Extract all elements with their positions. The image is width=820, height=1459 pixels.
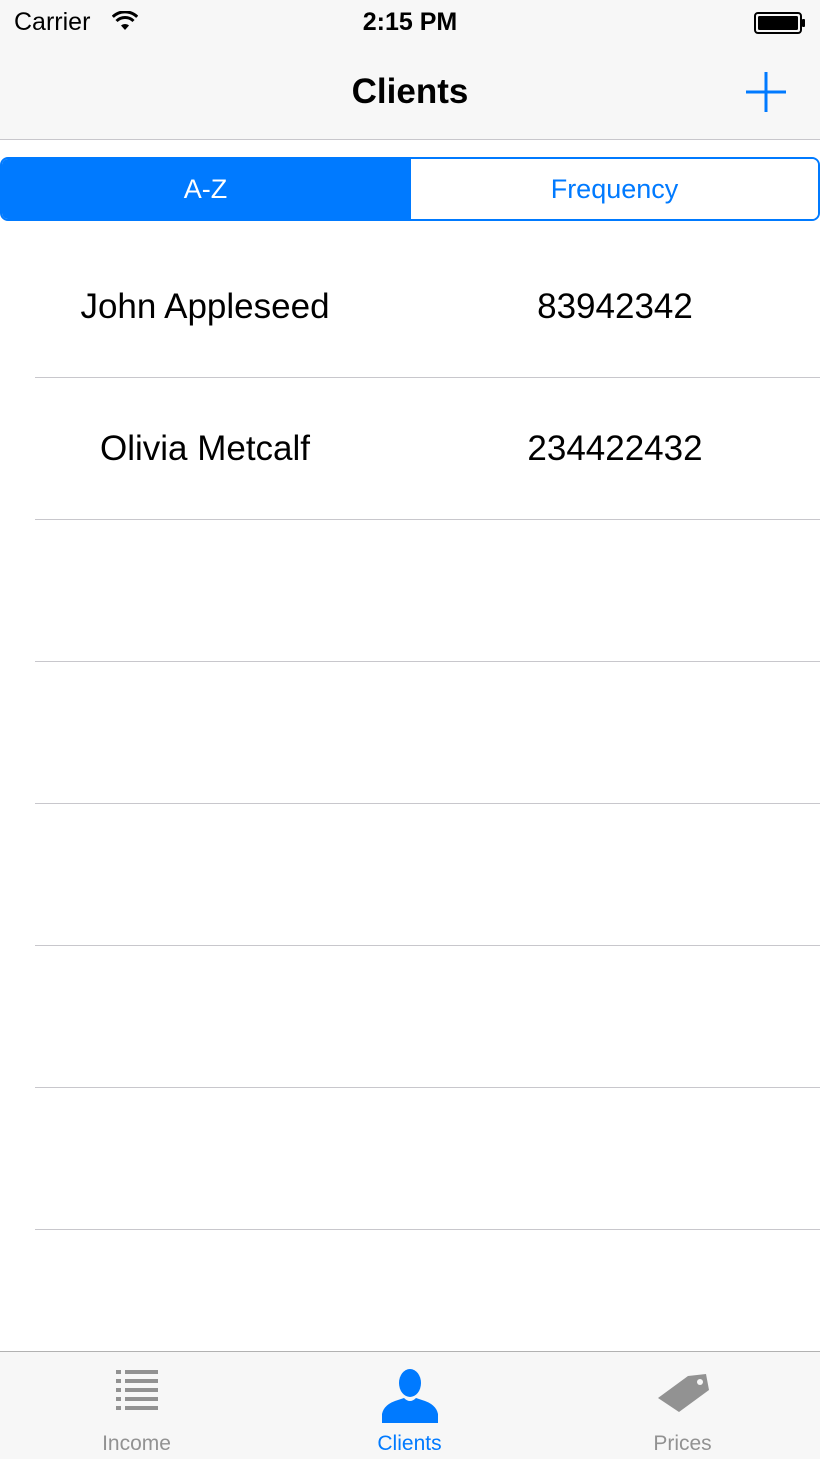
tab-label: Prices	[653, 1432, 712, 1455]
client-name: John Appleseed	[80, 286, 330, 326]
person-icon	[381, 1369, 438, 1423]
battery-icon	[754, 12, 805, 34]
price-tag-icon	[657, 1374, 709, 1412]
tab-bar: Income Clients Prices	[0, 1351, 820, 1459]
client-name: Olivia Metcalf	[99, 428, 311, 468]
navigation-bar: Clients	[0, 46, 820, 140]
tab-clients[interactable]: Clients	[273, 1352, 546, 1459]
empty-table-row	[0, 946, 820, 1088]
page-title: Clients	[351, 72, 469, 111]
client-number: 234422432	[527, 428, 703, 468]
client-number: 83942342	[537, 286, 693, 326]
tab-prices[interactable]: Prices	[546, 1352, 819, 1459]
segment-frequency[interactable]: Frequency	[409, 159, 818, 219]
status-time: 2:15 PM	[362, 8, 458, 36]
empty-table-row	[0, 662, 820, 804]
empty-table-row	[0, 520, 820, 662]
tab-income[interactable]: Income	[0, 1352, 273, 1459]
clients-screen: Carrier 2:15 PM Clients A-Z Frequency Jo…	[0, 0, 820, 1459]
empty-table-row	[0, 804, 820, 946]
list-icon	[115, 1370, 158, 1410]
clients-table: John Appleseed 83942342 Olivia Metcalf 2…	[0, 236, 820, 1230]
table-row[interactable]: John Appleseed 83942342	[0, 236, 820, 378]
add-client-button[interactable]	[740, 66, 792, 118]
segment-a-z[interactable]: A-Z	[2, 159, 409, 219]
table-row[interactable]: Olivia Metcalf 234422432	[0, 378, 820, 520]
tab-label: Clients	[377, 1432, 442, 1455]
plus-icon	[746, 72, 786, 112]
sort-segmented-control: A-Z Frequency	[0, 157, 820, 221]
tab-label: Income	[102, 1432, 171, 1455]
empty-table-row	[0, 1088, 820, 1230]
status-bar: Carrier 2:15 PM	[0, 0, 820, 46]
